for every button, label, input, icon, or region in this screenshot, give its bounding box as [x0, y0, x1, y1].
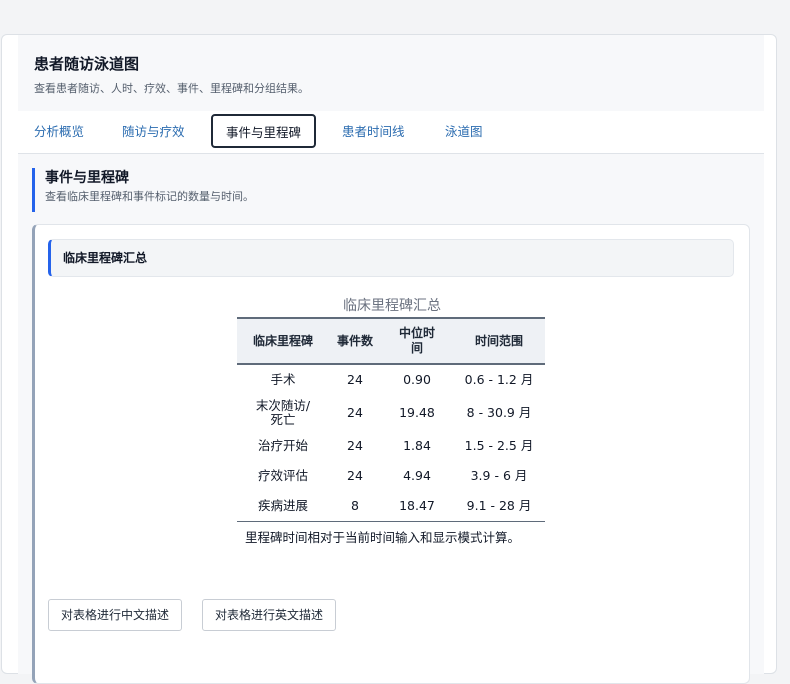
cell-range: 9.1 - 28 月	[466, 498, 532, 513]
table-row: 疾病进展 8 18.47 9.1 - 28 月	[237, 491, 545, 522]
cell-range: 0.6 - 1.2 月	[464, 372, 534, 387]
cell-median: 4.94	[403, 468, 431, 483]
cell-count: 8	[351, 498, 359, 513]
tab-panel: 事件与里程碑 查看临床里程碑和事件标记的数量与时间。 临床里程碑汇总 临床里程碑…	[18, 154, 764, 684]
page-subtitle: 查看患者随访、人时、疗效、事件、里程碑和分组结果。	[34, 82, 309, 95]
main-card: 患者随访泳道图 查看患者随访、人时、疗效、事件、里程碑和分组结果。 分析概览 随…	[1, 34, 777, 684]
milestone-summary-card: 临床里程碑汇总 临床里程碑汇总 临床里程碑 事件数 中位时间 时间范围 手术 2…	[32, 224, 750, 684]
cell-range: 1.5 - 2.5 月	[464, 438, 534, 453]
milestone-table-wrapper: 临床里程碑汇总 临床里程碑 事件数 中位时间 时间范围 手术 24 0.90 0…	[237, 295, 547, 546]
describe-table-english-button[interactable]: 对表格进行英文描述	[202, 599, 337, 631]
cell-median: 1.84	[403, 438, 431, 453]
cell-range: 8 - 30.9 月	[466, 405, 532, 420]
tab-events-milestones[interactable]: 事件与里程碑	[211, 114, 317, 148]
cell-count: 24	[347, 405, 363, 420]
tab-swimlane[interactable]: 泳道图	[445, 111, 483, 153]
table-row: 治疗开始 24 1.84 1.5 - 2.5 月	[237, 431, 545, 461]
table-row: 末次随访/死亡 24 19.48 8 - 30.9 月	[237, 395, 545, 431]
cell-range: 3.9 - 6 月	[470, 468, 528, 483]
card-header: 临床里程碑汇总	[48, 239, 734, 277]
tab-patient-timeline[interactable]: 患者时间线	[342, 111, 405, 153]
table-caption: 临床里程碑汇总	[343, 298, 441, 314]
table-header-row: 临床里程碑 事件数 中位时间 时间范围	[237, 317, 545, 365]
cell-median: 19.48	[399, 405, 435, 420]
cell-count: 24	[347, 438, 363, 453]
milestone-table: 临床里程碑 事件数 中位时间 时间范围 手术 24 0.90 0.6 - 1.2…	[237, 317, 545, 546]
table-row: 手术 24 0.90 0.6 - 1.2 月	[237, 364, 545, 395]
cell-milestone: 治疗开始	[257, 438, 308, 453]
col-header-median: 中位时间	[381, 317, 453, 365]
table-footnote: 里程碑时间相对于当前时间输入和显示模式计算。	[237, 521, 545, 546]
card-title: 临床里程碑汇总	[63, 251, 148, 265]
section-header: 事件与里程碑 查看临床里程碑和事件标记的数量与时间。	[32, 168, 332, 212]
col-header-range: 时间范围	[453, 317, 545, 365]
col-header-milestone: 临床里程碑	[237, 317, 329, 365]
app-header: 患者随访泳道图 查看患者随访、人时、疗效、事件、里程碑和分组结果。	[18, 35, 764, 112]
tab-bar: 分析概览 随访与疗效 事件与里程碑 患者时间线 泳道图	[18, 111, 764, 154]
cell-milestone: 疗效评估	[257, 468, 308, 483]
describe-table-chinese-button[interactable]: 对表格进行中文描述	[48, 599, 183, 631]
col-header-count: 事件数	[329, 317, 381, 365]
tab-analysis-overview[interactable]: 分析概览	[34, 111, 84, 153]
page-title: 患者随访泳道图	[34, 55, 140, 73]
section-title: 事件与里程碑	[45, 170, 129, 186]
cell-milestone: 疾病进展	[257, 498, 308, 513]
section-subtitle: 查看临床里程碑和事件标记的数量与时间。	[45, 190, 254, 203]
tab-followup-response[interactable]: 随访与疗效	[122, 111, 185, 153]
table-row: 疗效评估 24 4.94 3.9 - 6 月	[237, 461, 545, 491]
cell-median: 18.47	[399, 498, 435, 513]
cell-milestone: 手术	[270, 372, 296, 387]
table-footnote-row: 里程碑时间相对于当前时间输入和显示模式计算。	[237, 521, 545, 546]
cell-count: 24	[347, 372, 363, 387]
cell-median: 0.90	[403, 372, 431, 387]
cell-count: 24	[347, 468, 363, 483]
page-top-bar	[0, 0, 790, 30]
cell-milestone: 末次随访/死亡	[255, 398, 311, 427]
